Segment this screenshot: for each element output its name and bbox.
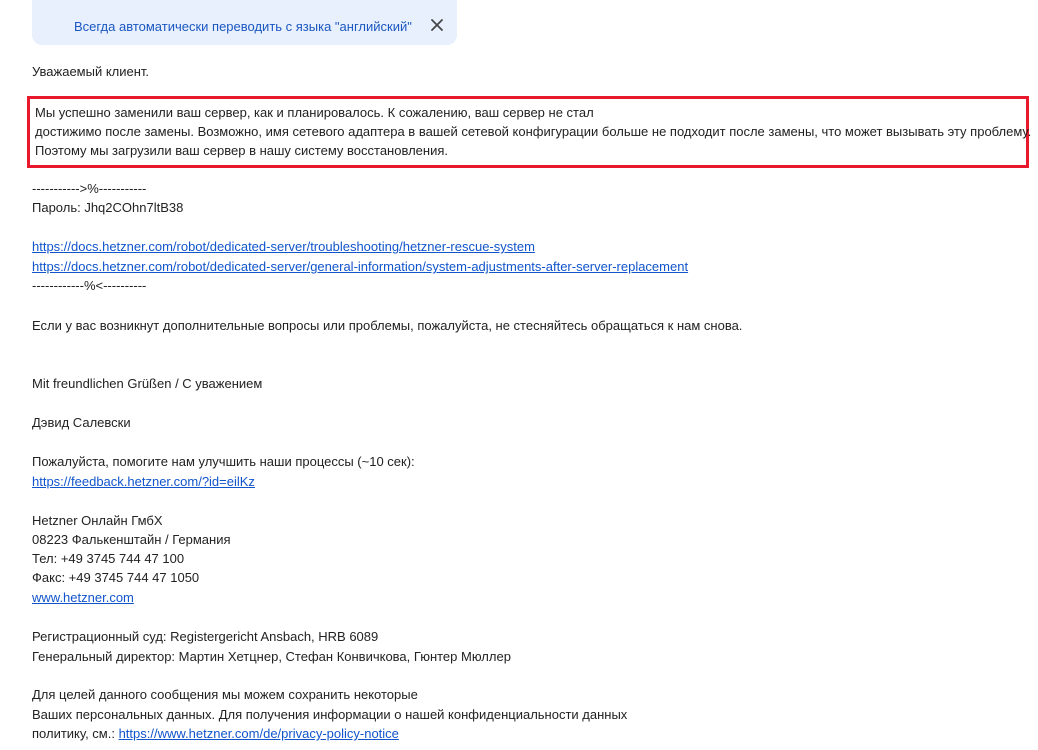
highlight-line-2: достижимо после замены. Возможно, имя се…: [35, 124, 1032, 139]
greeting-text: Уважаемый клиент.: [32, 64, 150, 79]
always-translate-link[interactable]: Всегда автоматически переводить с языка …: [74, 18, 412, 36]
company-fax: Факс: +49 3745 744 47 1050: [32, 570, 200, 585]
privacy-prefix: политику, см.:: [32, 726, 119, 741]
password-text: Пароль: Jhq2COhn7ltB38: [32, 200, 184, 215]
highlight-line-1: Мы успешно заменили ваш сервер, как и пл…: [35, 105, 594, 120]
translate-banner: Всегда автоматически переводить с языка …: [32, 0, 457, 45]
regards-text: Mit freundlichen Grüßen / С уважением: [32, 376, 263, 391]
privacy-line-2: Ваших персональных данных. Для получения…: [32, 707, 628, 722]
company-address: 08223 Фалькенштайн / Германия: [32, 532, 231, 547]
cut-end-marker: ------------%<----------: [32, 278, 147, 293]
system-adjustments-link[interactable]: https://docs.hetzner.com/robot/dedicated…: [32, 258, 688, 276]
highlight-box: Мы успешно заменили ваш сервер, как и пл…: [27, 96, 1032, 168]
register-court-text: Регистрационный суд: Registergericht Ans…: [32, 629, 379, 644]
privacy-policy-link[interactable]: https://www.hetzner.com/de/privacy-polic…: [119, 726, 399, 741]
privacy-line-3: политику, см.: https://www.hetzner.com/d…: [32, 725, 399, 743]
questions-text: Если у вас возникнут дополнительные вопр…: [32, 318, 743, 333]
company-phone: Тел: +49 3745 744 47 100: [32, 551, 185, 566]
cut-start-marker: ----------->%-----------: [32, 181, 147, 196]
privacy-line-1: Для целей данного сообщения мы можем сох…: [32, 687, 418, 702]
highlight-line-3: Поэтому мы загрузили ваш сервер в нашу с…: [35, 143, 448, 158]
rescue-system-link[interactable]: https://docs.hetzner.com/robot/dedicated…: [32, 238, 535, 256]
email-view: Всегда автоматически переводить с языка …: [0, 0, 1038, 750]
company-name: Hetzner Онлайн ГмбХ: [32, 513, 163, 528]
feedback-text: Пожалуйста, помогите нам улучшить наши п…: [32, 454, 415, 469]
signature-name: Дэвид Салевски: [32, 415, 131, 430]
website-link[interactable]: www.hetzner.com: [32, 589, 134, 607]
close-icon[interactable]: [427, 15, 447, 35]
feedback-link[interactable]: https://feedback.hetzner.com/?id=eilKz: [32, 473, 255, 491]
director-text: Генеральный директор: Мартин Хетцнер, Ст…: [32, 649, 511, 664]
